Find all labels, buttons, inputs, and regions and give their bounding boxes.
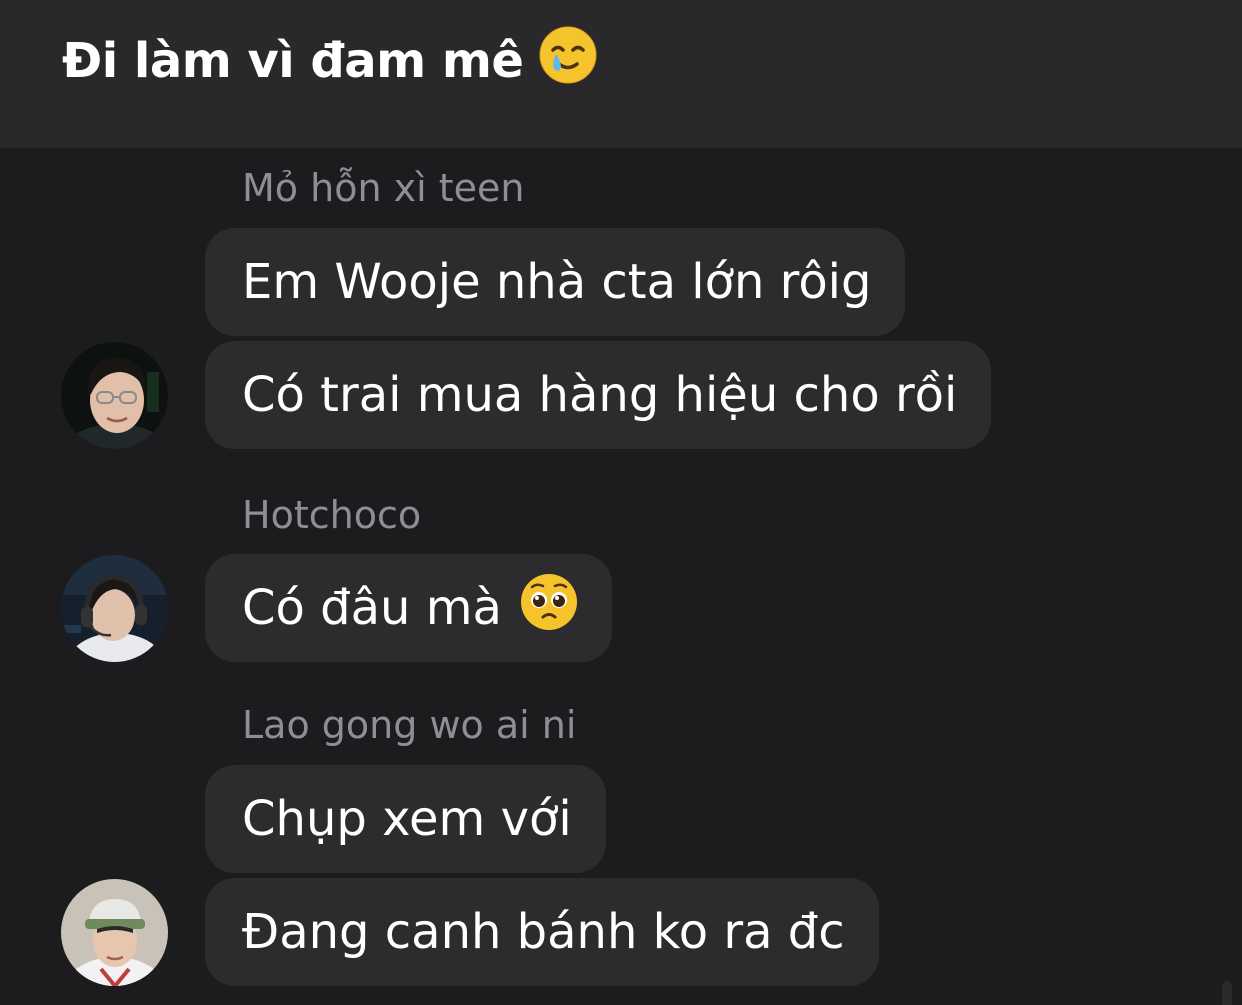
avatar[interactable] <box>61 555 168 662</box>
user-avatar-cap <box>61 879 168 986</box>
message-bubble[interactable]: Có trai mua hàng hiệu cho rồi <box>205 341 992 449</box>
sender-name: Hotchoco <box>242 493 422 537</box>
message-bubble[interactable]: Có đâu mà <box>205 554 612 662</box>
message-bubble[interactable]: Chụp xem với <box>205 765 606 873</box>
message-text: Có đâu mà <box>242 580 502 636</box>
avatar[interactable] <box>61 879 168 986</box>
chat-header: Đi làm vì đam mê <box>0 0 1242 148</box>
user-avatar-headset <box>61 555 168 662</box>
chat-title[interactable]: Đi làm vì đam mê <box>62 26 597 96</box>
sender-name: Lao gong wo ai ni <box>242 703 577 747</box>
avatar[interactable] <box>61 342 168 449</box>
chat-title-text: Đi làm vì đam mê <box>62 33 524 89</box>
user-avatar-glasses <box>61 342 168 449</box>
scrollbar[interactable] <box>1222 981 1232 1005</box>
message-bubble[interactable]: Em Wooje nhà cta lớn rôig <box>205 228 906 336</box>
smiling-face-with-tear-icon <box>539 26 597 96</box>
message-bubble[interactable]: Đang canh bánh ko ra đc <box>205 878 879 986</box>
sender-name: Mỏ hỗn xì teen <box>242 166 525 210</box>
pleading-face-icon <box>520 573 578 643</box>
